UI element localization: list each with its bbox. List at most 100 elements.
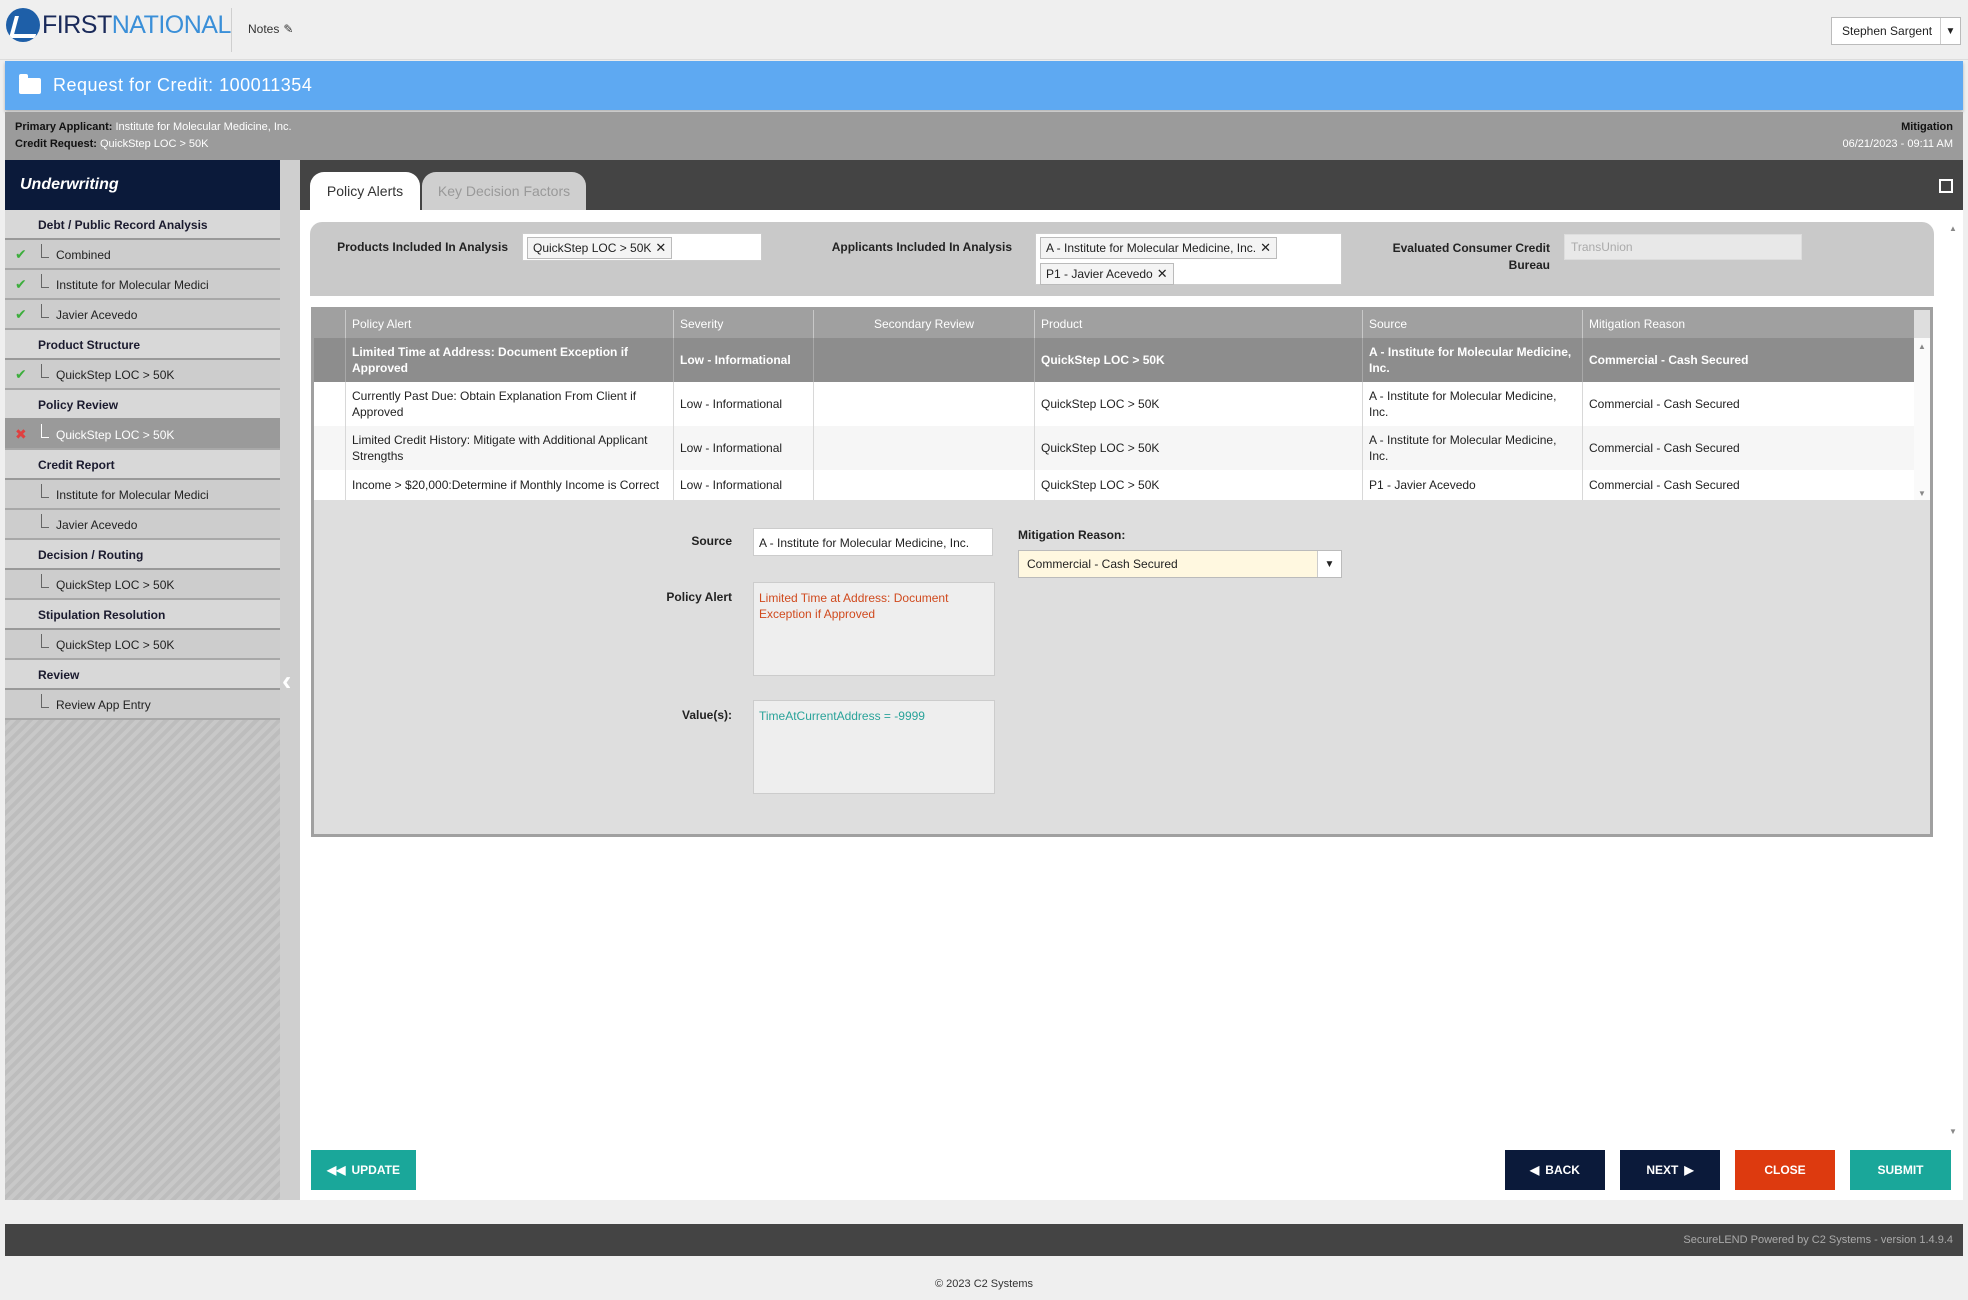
expand-icon[interactable] <box>1939 179 1953 193</box>
sidebar-section-decision-routing[interactable]: Decision / Routing <box>5 540 280 570</box>
close-icon[interactable]: ✕ <box>1157 266 1168 282</box>
grid-header: Policy Alert Severity Secondary Review P… <box>314 310 1914 338</box>
sidebar-item-review-app-entry[interactable]: Review App Entry <box>5 690 280 720</box>
sidebar-item-credit-institute[interactable]: Institute for Molecular Medici <box>5 480 280 510</box>
grid-header-secondary-review[interactable]: Secondary Review <box>814 310 1035 338</box>
caret-left-icon: ◀ <box>1530 1163 1540 1177</box>
grid-header-policy-alert[interactable]: Policy Alert <box>346 310 674 338</box>
tab-bar: Policy Alerts Key Decision Factors <box>300 160 1963 210</box>
tree-connector <box>41 274 49 288</box>
tree-connector <box>41 484 49 498</box>
caret-right-icon: ▶ <box>1684 1163 1694 1177</box>
tree-connector <box>41 244 49 258</box>
page-title: Request for Credit: 100011354 <box>53 75 313 95</box>
table-row[interactable]: Income > $20,000:Determine if Monthly In… <box>314 470 1914 500</box>
close-icon[interactable]: ✕ <box>1260 240 1271 256</box>
tree-connector <box>41 694 49 708</box>
grid-header-source[interactable]: Source <box>1363 310 1583 338</box>
sidebar-item-product-structure-quickstep[interactable]: ✔ QuickStep LOC > 50K <box>5 360 280 390</box>
mitigation-reason-select[interactable]: Commercial - Cash Secured ▼ <box>1018 550 1342 578</box>
scroll-up-icon[interactable]: ▲ <box>1918 342 1926 351</box>
tree-connector <box>41 574 49 588</box>
sidebar-item-combined[interactable]: ✔ Combined <box>5 240 280 270</box>
grid-header-select <box>314 310 346 338</box>
values-label: Value(s): <box>681 708 732 722</box>
applicant-chip[interactable]: P1 - Javier Acevedo ✕ <box>1040 263 1174 285</box>
tree-connector <box>41 304 49 318</box>
sidebar-item-javier[interactable]: ✔ Javier Acevedo <box>5 300 280 330</box>
update-button[interactable]: ◀◀ UPDATE <box>311 1150 416 1190</box>
bureau-field: TransUnion <box>1564 234 1802 260</box>
user-name: Stephen Sargent <box>1842 24 1933 38</box>
sidebar-section-product-structure[interactable]: Product Structure <box>5 330 280 360</box>
brand-logo[interactable]: FIRST NATIONAL <box>6 8 231 42</box>
tree-connector <box>41 364 49 378</box>
analysis-filters: Products Included In Analysis QuickStep … <box>310 222 1934 296</box>
page-title-bar: Request for Credit: 100011354 <box>5 61 1963 110</box>
notes-link[interactable]: Notes ✎ <box>248 22 293 36</box>
applicant-chip[interactable]: A - Institute for Molecular Medicine, In… <box>1040 237 1277 259</box>
applicants-multiselect[interactable]: A - Institute for Molecular Medicine, In… <box>1035 233 1342 285</box>
scroll-down-icon[interactable]: ▼ <box>1918 489 1926 498</box>
check-icon: ✔ <box>15 276 27 292</box>
footer-bar: SecureLEND Powered by C2 Systems - versi… <box>5 1224 1963 1256</box>
tree-connector <box>41 634 49 648</box>
chevron-left-icon: ‹ <box>282 665 292 696</box>
stage-label: Mitigation <box>1901 121 1953 133</box>
tree-connector <box>41 514 49 528</box>
primary-applicant: Primary Applicant: Institute for Molecul… <box>15 121 292 133</box>
table-row[interactable]: Limited Time at Address: Document Except… <box>314 338 1914 382</box>
grid-header-severity[interactable]: Severity <box>674 310 814 338</box>
application-info-bar: Primary Applicant: Institute for Molecul… <box>5 112 1963 160</box>
source-label: Source <box>691 534 732 548</box>
sidebar-section-review[interactable]: Review <box>5 660 280 690</box>
product-chip[interactable]: QuickStep LOC > 50K ✕ <box>527 237 673 259</box>
applicants-label: Applicants Included In Analysis <box>831 240 1012 254</box>
table-row[interactable]: Currently Past Due: Obtain Explanation F… <box>314 382 1914 426</box>
policy-alert-text: Limited Time at Address: Document Except… <box>753 582 995 676</box>
products-multiselect[interactable]: QuickStep LOC > 50K ✕ <box>522 233 762 261</box>
check-icon: ✔ <box>15 246 27 262</box>
policy-alert-label: Policy Alert <box>666 590 732 604</box>
close-icon: ✖ <box>15 426 27 442</box>
source-field[interactable]: A - Institute for Molecular Medicine, In… <box>753 528 993 556</box>
stage-datetime: 06/21/2023 - 09:11 AM <box>1842 138 1954 150</box>
products-label: Products Included In Analysis <box>337 240 508 254</box>
tab-key-decision-factors[interactable]: Key Decision Factors <box>422 172 586 210</box>
sidebar-section-credit-report[interactable]: Credit Report <box>5 450 280 480</box>
sidebar-heading: Underwriting <box>5 160 280 210</box>
bureau-label: Evaluated Consumer Credit Bureau <box>1392 241 1550 272</box>
scroll-up-icon[interactable]: ▲ <box>1949 224 1957 233</box>
sidebar-item-institute[interactable]: ✔ Institute for Molecular Medici <box>5 270 280 300</box>
grid-header-product[interactable]: Product <box>1035 310 1363 338</box>
credit-request: Credit Request: QuickStep LOC > 50K <box>15 138 209 150</box>
sidebar-section-stipulation[interactable]: Stipulation Resolution <box>5 600 280 630</box>
chevron-down-icon: ▼ <box>1317 551 1341 577</box>
sidebar-item-credit-javier[interactable]: Javier Acevedo <box>5 510 280 540</box>
check-icon: ✔ <box>15 306 27 322</box>
scroll-down-icon[interactable]: ▼ <box>1949 1127 1957 1136</box>
tab-policy-alerts[interactable]: Policy Alerts <box>310 172 420 210</box>
values-text: TimeAtCurrentAddress = -9999 <box>753 700 995 794</box>
grid-header-mitigation-reason[interactable]: Mitigation Reason <box>1583 310 1914 338</box>
user-menu-select[interactable]: Stephen Sargent ▼ <box>1831 17 1961 45</box>
close-icon[interactable]: ✕ <box>655 240 666 256</box>
sidebar-section-policy-review[interactable]: Policy Review <box>5 390 280 420</box>
sidebar-item-decision-quickstep[interactable]: QuickStep LOC > 50K <box>5 570 280 600</box>
next-button[interactable]: NEXT ▶ <box>1620 1150 1720 1190</box>
table-row[interactable]: Limited Credit History: Mitigate with Ad… <box>314 426 1914 470</box>
top-bar: FIRST NATIONAL Notes ✎ Stephen Sargent ▼ <box>0 0 1968 60</box>
underwriting-sidebar: Underwriting Debt / Public Record Analys… <box>5 160 280 1200</box>
sidebar-item-policy-review-quickstep[interactable]: ✖ QuickStep LOC > 50K <box>5 420 280 450</box>
grid-scrollbar[interactable]: ▲ ▼ <box>1914 338 1930 500</box>
pencil-icon: ✎ <box>283 22 294 36</box>
back-button[interactable]: ◀ BACK <box>1505 1150 1605 1190</box>
sidebar-section-debt[interactable]: Debt / Public Record Analysis <box>5 210 280 240</box>
main-scrollbar[interactable]: ▲ ▼ <box>1946 222 1960 1138</box>
submit-button[interactable]: SUBMIT <box>1850 1150 1951 1190</box>
check-icon: ✔ <box>15 366 27 382</box>
double-chevron-left-icon: ◀◀ <box>327 1163 346 1177</box>
close-button[interactable]: CLOSE <box>1735 1150 1835 1190</box>
sidebar-collapse-handle[interactable]: ‹ <box>280 160 300 1200</box>
sidebar-item-stipulation-quickstep[interactable]: QuickStep LOC > 50K <box>5 630 280 660</box>
